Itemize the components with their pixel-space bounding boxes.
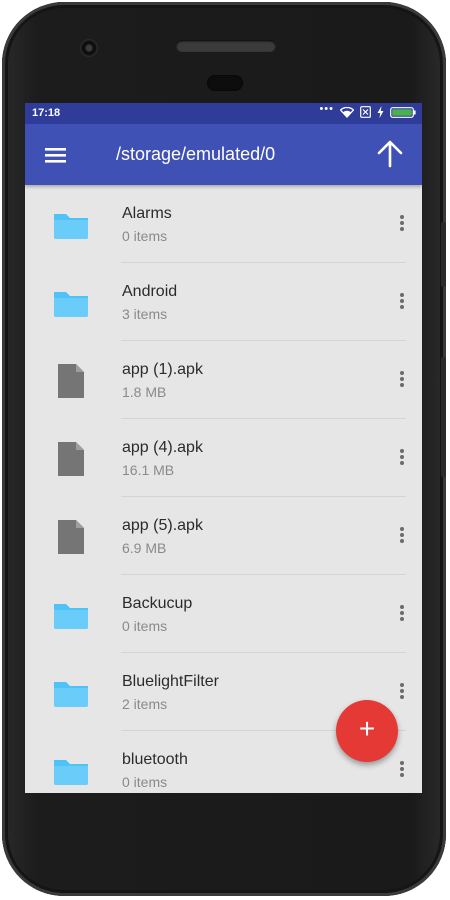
more-options-icon[interactable] (398, 447, 406, 469)
front-camera (80, 39, 98, 57)
file-name: Backucup (122, 595, 193, 612)
file-name: app (4).apk (122, 439, 203, 456)
file-name: bluetooth (122, 751, 188, 768)
file-meta: 3 items (122, 306, 168, 322)
file-row[interactable]: Android 3 items (25, 263, 422, 341)
file-name: app (1).apk (122, 361, 203, 378)
file-row[interactable]: Alarms 0 items (25, 185, 422, 263)
current-path-title: /storage/emulated/0 (116, 144, 276, 164)
earpiece (207, 75, 243, 91)
file-meta: 1.8 MB (122, 384, 167, 400)
folder-icon (51, 205, 91, 245)
status-time: 17:18 (32, 107, 61, 119)
folder-icon (51, 751, 91, 791)
more-options-icon[interactable] (398, 291, 406, 313)
file-icon (51, 361, 91, 401)
battery-icon (390, 106, 416, 118)
file-icon (51, 439, 91, 479)
speaker-grill (176, 40, 276, 52)
more-options-icon[interactable] (398, 681, 406, 703)
file-meta: 16.1 MB (122, 462, 175, 478)
file-row[interactable]: app (4).apk 16.1 MB (25, 419, 422, 497)
file-name: BluelightFilter (122, 673, 219, 690)
folder-icon (51, 283, 91, 323)
more-options-icon[interactable] (398, 213, 406, 235)
file-name: app (5).apk (122, 517, 203, 534)
file-row[interactable]: app (5).apk 6.9 MB (25, 497, 422, 575)
add-icon: + (358, 713, 376, 744)
file-meta: 0 items (122, 228, 168, 244)
app-bar: /storage/emulated/0 (25, 124, 422, 185)
folder-icon (51, 673, 91, 713)
wifi-icon (340, 106, 354, 118)
file-meta: 6.9 MB (122, 540, 167, 556)
more-options-icon[interactable] (398, 759, 406, 781)
file-meta: 0 items (122, 774, 168, 790)
power-button (441, 222, 446, 287)
status-bar: 17:18 ••• (25, 103, 422, 124)
file-row[interactable]: app (1).apk 1.8 MB (25, 341, 422, 419)
no-sim-icon (360, 106, 371, 118)
charging-icon (377, 106, 384, 118)
status-icons: ••• (319, 103, 416, 118)
more-options-icon[interactable] (398, 369, 406, 391)
add-button[interactable]: + (336, 700, 398, 762)
file-row[interactable]: Backucup 0 items (25, 575, 422, 653)
more-dots-icon: ••• (319, 103, 334, 115)
file-meta: 2 items (122, 696, 168, 712)
file-icon (51, 517, 91, 557)
volume-button (441, 357, 446, 477)
screen: 17:18 ••• /storage/emulated/0 Alarms 0 i… (25, 103, 422, 793)
more-options-icon[interactable] (398, 603, 406, 625)
folder-icon (51, 595, 91, 635)
file-name: Android (122, 283, 178, 300)
file-meta: 0 items (122, 618, 168, 634)
more-options-icon[interactable] (398, 525, 406, 547)
arrow-up-icon[interactable] (372, 136, 408, 172)
file-name: Alarms (122, 205, 172, 222)
hamburger-menu-icon[interactable] (37, 138, 75, 172)
